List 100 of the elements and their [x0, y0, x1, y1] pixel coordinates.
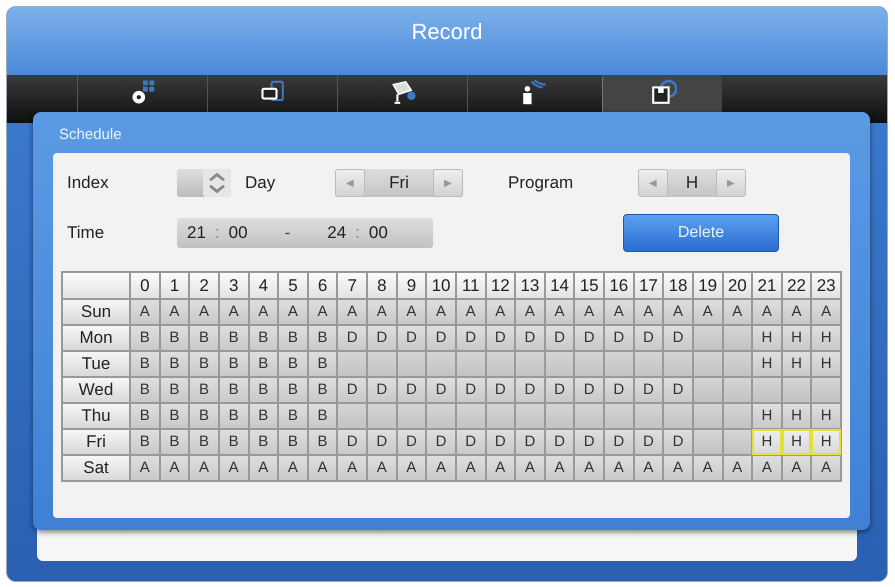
schedule-cell[interactable]: B — [250, 378, 278, 402]
schedule-cell[interactable]: A — [427, 300, 455, 324]
schedule-cell[interactable]: A — [190, 300, 218, 324]
schedule-cell[interactable]: D — [427, 430, 455, 454]
schedule-cell[interactable]: B — [160, 378, 188, 402]
schedule-cell[interactable] — [782, 378, 810, 402]
schedule-cell[interactable]: B — [220, 352, 248, 376]
schedule-cell[interactable]: D — [338, 326, 366, 350]
schedule-cell[interactable]: B — [279, 404, 307, 428]
schedule-cell[interactable] — [516, 404, 544, 428]
schedule-cell[interactable] — [575, 404, 603, 428]
schedule-cell[interactable] — [694, 326, 722, 350]
schedule-cell[interactable]: D — [427, 326, 455, 350]
schedule-cell[interactable]: A — [308, 456, 336, 480]
schedule-cell[interactable] — [724, 352, 752, 376]
schedule-cell[interactable] — [546, 404, 574, 428]
schedule-cell[interactable] — [812, 378, 840, 402]
schedule-cell[interactable]: B — [160, 430, 188, 454]
schedule-cell[interactable]: A — [220, 300, 248, 324]
schedule-cell[interactable]: A — [753, 300, 781, 324]
schedule-cell[interactable]: B — [279, 430, 307, 454]
schedule-cell[interactable]: A — [338, 456, 366, 480]
schedule-cell[interactable]: B — [160, 326, 188, 350]
schedule-cell[interactable]: D — [486, 430, 514, 454]
schedule-cell[interactable]: A — [160, 456, 188, 480]
schedule-cell[interactable]: B — [250, 404, 278, 428]
schedule-cell[interactable]: A — [398, 300, 426, 324]
schedule-cell[interactable]: D — [398, 430, 426, 454]
schedule-cell[interactable]: D — [634, 326, 662, 350]
schedule-cell[interactable]: A — [516, 300, 544, 324]
schedule-cell[interactable]: A — [546, 456, 574, 480]
schedule-cell[interactable]: A — [664, 300, 692, 324]
schedule-cell[interactable] — [605, 404, 633, 428]
spin-arrows-icon[interactable] — [203, 169, 231, 197]
schedule-cell[interactable]: A — [279, 300, 307, 324]
schedule-cell[interactable]: B — [131, 326, 159, 350]
schedule-cell[interactable] — [724, 326, 752, 350]
schedule-cell[interactable]: D — [575, 378, 603, 402]
schedule-cell[interactable]: H — [782, 430, 810, 454]
schedule-cell[interactable]: D — [605, 378, 633, 402]
schedule-cell[interactable]: B — [190, 404, 218, 428]
schedule-cell[interactable]: A — [398, 456, 426, 480]
schedule-cell[interactable]: B — [190, 326, 218, 350]
schedule-cell[interactable]: D — [605, 326, 633, 350]
schedule-cell[interactable] — [338, 404, 366, 428]
schedule-cell[interactable]: D — [456, 430, 484, 454]
schedule-cell[interactable] — [516, 352, 544, 376]
schedule-cell[interactable]: B — [279, 326, 307, 350]
schedule-cell[interactable]: D — [427, 378, 455, 402]
schedule-cell[interactable] — [398, 352, 426, 376]
schedule-cell[interactable]: D — [575, 430, 603, 454]
schedule-cell[interactable]: B — [131, 404, 159, 428]
schedule-cell[interactable]: A — [368, 300, 396, 324]
schedule-cell[interactable]: H — [782, 352, 810, 376]
schedule-cell[interactable]: A — [753, 456, 781, 480]
schedule-cell[interactable] — [427, 352, 455, 376]
schedule-cell[interactable] — [694, 404, 722, 428]
schedule-cell[interactable]: A — [724, 456, 752, 480]
schedule-cell[interactable]: D — [546, 378, 574, 402]
schedule-cell[interactable]: A — [220, 456, 248, 480]
schedule-cell[interactable]: D — [575, 326, 603, 350]
schedule-cell[interactable]: H — [812, 404, 840, 428]
schedule-cell[interactable]: B — [279, 352, 307, 376]
schedule-cell[interactable]: B — [250, 430, 278, 454]
index-spinner[interactable] — [177, 169, 231, 197]
schedule-cell[interactable] — [456, 352, 484, 376]
schedule-cell[interactable] — [546, 352, 574, 376]
schedule-cell[interactable]: D — [664, 378, 692, 402]
schedule-cell[interactable]: A — [575, 456, 603, 480]
schedule-cell[interactable]: B — [131, 352, 159, 376]
schedule-cell[interactable]: B — [131, 430, 159, 454]
schedule-cell[interactable]: D — [486, 326, 514, 350]
schedule-cell[interactable]: D — [546, 430, 574, 454]
schedule-cell[interactable]: D — [368, 326, 396, 350]
schedule-cell[interactable]: A — [812, 300, 840, 324]
schedule-cell[interactable]: A — [724, 300, 752, 324]
schedule-cell[interactable]: H — [782, 326, 810, 350]
schedule-cell[interactable]: D — [516, 326, 544, 350]
schedule-cell[interactable]: A — [456, 456, 484, 480]
schedule-cell[interactable]: A — [516, 456, 544, 480]
schedule-cell[interactable]: B — [250, 352, 278, 376]
schedule-cell[interactable] — [398, 404, 426, 428]
schedule-cell[interactable]: D — [456, 378, 484, 402]
schedule-cell[interactable]: B — [308, 404, 336, 428]
schedule-cell[interactable]: A — [131, 300, 159, 324]
schedule-cell[interactable]: B — [160, 352, 188, 376]
schedule-cell[interactable]: A — [634, 456, 662, 480]
schedule-cell[interactable]: A — [486, 300, 514, 324]
schedule-cell[interactable]: D — [398, 378, 426, 402]
schedule-cell[interactable]: H — [753, 326, 781, 350]
schedule-cell[interactable]: D — [605, 430, 633, 454]
schedule-cell[interactable]: D — [546, 326, 574, 350]
schedule-cell[interactable]: A — [279, 456, 307, 480]
schedule-cell[interactable]: D — [634, 378, 662, 402]
schedule-cell[interactable]: H — [812, 430, 840, 454]
schedule-cell[interactable]: D — [516, 378, 544, 402]
schedule-cell[interactable]: A — [368, 456, 396, 480]
schedule-cell[interactable]: B — [279, 378, 307, 402]
schedule-cell[interactable] — [575, 352, 603, 376]
schedule-cell[interactable]: D — [516, 430, 544, 454]
